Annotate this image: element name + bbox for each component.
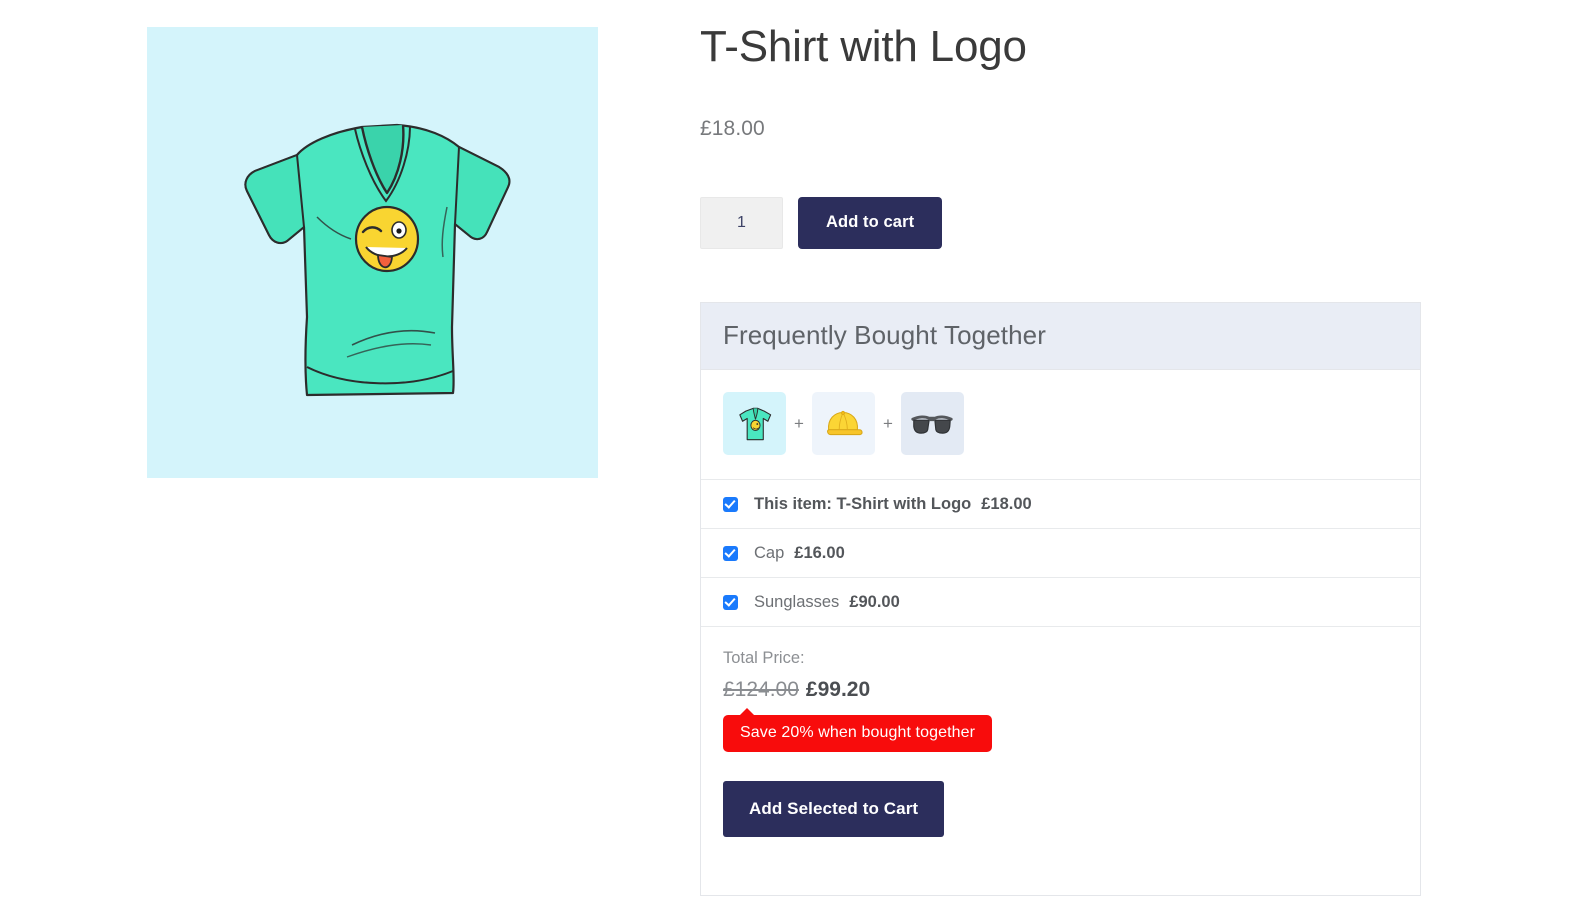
fbt-item-label: Cap (754, 543, 785, 562)
product-page: T-Shirt with Logo £18.00 Add to cart Fre… (0, 0, 1584, 923)
thumbnail-cap[interactable] (811, 392, 875, 456)
fbt-item-row[interactable]: Sunglasses £90.00 (701, 578, 1420, 628)
fbt-item-checkbox[interactable] (723, 545, 738, 561)
fbt-item-checkbox[interactable] (723, 594, 738, 610)
product-image[interactable] (147, 27, 598, 478)
plus-separator-2: + (882, 413, 893, 433)
fbt-header-title: Frequently Bought Together (723, 319, 1047, 350)
total-original-price: £124.00 (723, 678, 799, 702)
save-badge-wrapper: Save 20% when bought together (723, 708, 993, 753)
page-title: T-Shirt with Logo (700, 22, 1027, 71)
cap-icon (827, 410, 863, 435)
product-gallery (147, 27, 598, 478)
fbt-item-label: Sunglasses (754, 592, 840, 611)
fbt-item-row[interactable]: This item: T-Shirt with Logo £18.00 (701, 480, 1420, 530)
product-summary: T-Shirt with Logo £18.00 Add to cart Fre… (700, 22, 1460, 897)
frequently-bought-together-panel: Frequently Bought Together + + This item… (700, 301, 1421, 897)
fbt-item-label: This item: T-Shirt with Logo (754, 494, 972, 513)
add-selected-to-cart-button[interactable]: Add Selected to Cart (723, 781, 945, 838)
thumbnail-sunglasses[interactable] (900, 392, 964, 456)
add-to-cart-button[interactable]: Add to cart (798, 196, 943, 249)
status-badge: Save 20% when bought together (723, 715, 993, 753)
fbt-item-checkbox[interactable] (723, 496, 738, 512)
fbt-total-section: Total Price: £124.00 £99.20 Save 20% whe… (701, 627, 1420, 753)
plus-separator-1: + (794, 413, 804, 433)
fbt-actions: Add Selected to Cart (701, 752, 1420, 895)
cart-form: Add to cart (700, 196, 1460, 249)
fbt-item-row[interactable]: Cap £16.00 (701, 529, 1420, 579)
fbt-header: Frequently Bought Together (701, 302, 1420, 371)
fbt-item-price: £16.00 (794, 543, 845, 562)
sunglasses-icon (911, 415, 954, 434)
fbt-item-price: £90.00 (849, 592, 900, 611)
thumbnail-tshirt[interactable] (723, 392, 786, 456)
total-price-values: £124.00 £99.20 (723, 678, 1398, 702)
total-price-label: Total Price: (723, 649, 805, 668)
quantity-input[interactable] (700, 196, 783, 249)
badge-notch-icon (739, 708, 755, 717)
product-price: £18.00 (700, 116, 765, 140)
total-discounted-price: £99.20 (805, 678, 871, 702)
tshirt-icon (738, 407, 771, 440)
fbt-thumbnail-strip: + + (701, 370, 1420, 481)
fbt-item-price: £18.00 (981, 494, 1032, 513)
